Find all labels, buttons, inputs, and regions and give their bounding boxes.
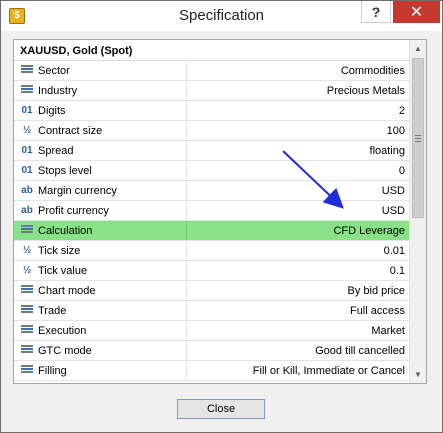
column-divider [186, 201, 187, 220]
column-divider [186, 261, 187, 280]
spec-row-stops-level[interactable]: 01 Stops level 0 [14, 161, 409, 181]
spec-row-digits[interactable]: 01 Digits 2 [14, 101, 409, 121]
symbol-header: XAUUSD, Gold (Spot) [14, 40, 409, 61]
spec-value: USD [381, 185, 405, 197]
vertical-scrollbar[interactable]: ▲ ▼ [409, 40, 426, 383]
spec-label: Digits [38, 105, 66, 117]
specification-window: $ Specification ? ✕ XAUUSD, Gold (Spot) … [0, 0, 443, 433]
column-divider [186, 281, 187, 300]
spec-label: Margin currency [38, 185, 117, 197]
spec-row-trade[interactable]: Trade Full access [14, 301, 409, 321]
spec-label: Filling [38, 365, 67, 377]
lines-icon [20, 324, 34, 337]
column-divider [186, 361, 187, 380]
spec-label: Tick size [38, 245, 81, 257]
lines-icon [20, 284, 34, 297]
spec-row-contract-size[interactable]: ½ Contract size 100 [14, 121, 409, 141]
column-divider [186, 221, 187, 240]
spec-label: GTC mode [38, 345, 92, 357]
help-button[interactable]: ? [361, 1, 391, 23]
scroll-up-arrow-icon[interactable]: ▲ [410, 40, 426, 57]
spec-label: Trade [38, 305, 67, 317]
spec-value: Commodities [340, 65, 405, 77]
spec-row-calculation[interactable]: Calculation CFD Leverage [14, 221, 409, 241]
spec-label: Spread [38, 145, 74, 157]
column-divider [186, 61, 187, 80]
column-divider [186, 321, 187, 340]
spec-label: Contract size [38, 125, 103, 137]
number-icon: 01 [21, 145, 33, 156]
spec-label: Industry [38, 85, 78, 97]
spec-label: Profit currency [38, 205, 109, 217]
spec-row-sector[interactable]: Sector Commodities [14, 61, 409, 81]
spec-value: Full access [349, 305, 405, 317]
spec-value: USD [381, 205, 405, 217]
spec-row-tick-size[interactable]: ½ Tick size 0.01 [14, 241, 409, 261]
column-divider [186, 341, 187, 360]
spec-label: Sector [38, 65, 70, 77]
specification-list[interactable]: Sector Commodities Industry Precious Metals… [14, 61, 409, 383]
spec-row-execution[interactable]: Execution Market [14, 321, 409, 341]
lines-icon [20, 64, 34, 77]
lines-icon [20, 304, 34, 317]
spec-label: Stops level [38, 165, 92, 177]
specification-panel: XAUUSD, Gold (Spot) Sector Commodities Ind… [13, 39, 427, 384]
column-divider [186, 161, 187, 180]
column-divider [186, 101, 187, 120]
close-window-button[interactable]: ✕ [393, 1, 440, 23]
text-icon: ab [21, 205, 33, 216]
spec-row-industry[interactable]: Industry Precious Metals [14, 81, 409, 101]
spec-row-tick-value[interactable]: ½ Tick value 0.1 [14, 261, 409, 281]
spec-row-spread[interactable]: 01 Spread floating [14, 141, 409, 161]
scroll-down-arrow-icon[interactable]: ▼ [410, 366, 426, 383]
column-divider [186, 141, 187, 160]
lines-icon [20, 364, 34, 377]
spec-value: By bid price [347, 285, 405, 297]
spec-value: Fill or Kill, Immediate or Cancel [252, 365, 405, 377]
spec-value: Market [371, 325, 405, 337]
grip-icon [415, 133, 421, 144]
fraction-icon: ½ [22, 125, 32, 136]
number-icon: 01 [21, 105, 33, 116]
column-divider [186, 181, 187, 200]
scroll-thumb[interactable] [412, 58, 424, 218]
title-bar[interactable]: $ Specification ? ✕ [1, 1, 442, 31]
spec-value: 0 [398, 165, 405, 177]
spec-row-profit-currency[interactable]: ab Profit currency USD [14, 201, 409, 221]
column-divider [186, 121, 187, 140]
text-icon: ab [21, 185, 33, 196]
spec-row-gtc-mode[interactable]: GTC mode Good till cancelled [14, 341, 409, 361]
spec-row-margin-currency[interactable]: ab Margin currency USD [14, 181, 409, 201]
column-divider [186, 81, 187, 100]
lines-icon [20, 224, 34, 237]
spec-value: 2 [398, 105, 405, 117]
fraction-icon: ½ [22, 265, 32, 276]
spec-value: floating [369, 145, 405, 157]
spec-label: Execution [38, 325, 87, 337]
lines-icon [20, 344, 34, 357]
spec-value: Good till cancelled [315, 345, 405, 357]
lines-icon [20, 84, 34, 97]
spec-value: CFD Leverage [333, 225, 405, 237]
column-divider [186, 301, 187, 320]
spec-row-chart-mode[interactable]: Chart mode By bid price [14, 281, 409, 301]
spec-value: 0.01 [383, 245, 405, 257]
spec-value: 0.1 [389, 265, 405, 277]
spec-label: Chart mode [38, 285, 96, 297]
number-icon: 01 [21, 165, 33, 176]
spec-value: 100 [386, 125, 405, 137]
column-divider [186, 241, 187, 260]
spec-value: Precious Metals [326, 85, 405, 97]
fraction-icon: ½ [22, 245, 32, 256]
spec-row-filling[interactable]: Filling Fill or Kill, Immediate or Cancel [14, 361, 409, 381]
spec-label: Tick value [38, 265, 88, 277]
close-button[interactable]: Close [177, 399, 265, 419]
spec-label: Calculation [38, 225, 93, 237]
